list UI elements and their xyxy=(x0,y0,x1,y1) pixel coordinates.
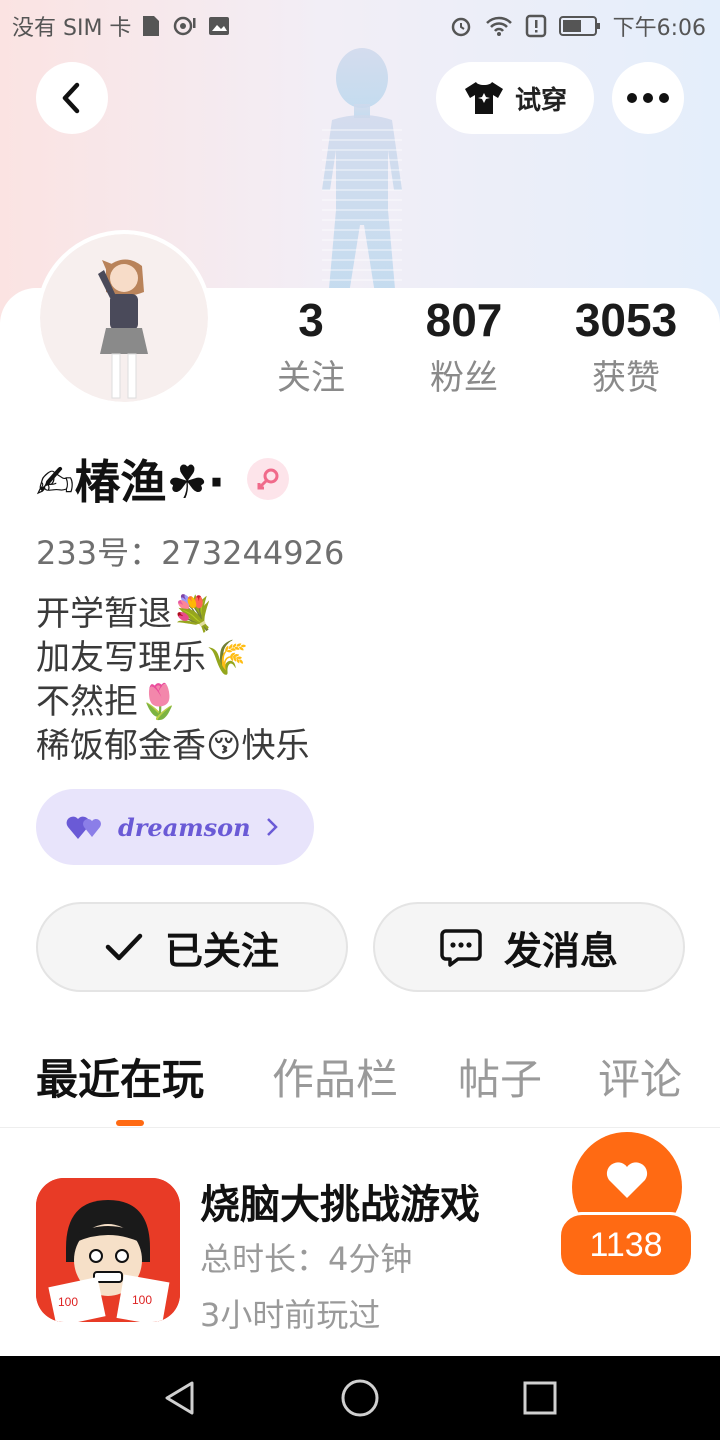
send-message-label: 发消息 xyxy=(503,928,618,973)
heart-icon xyxy=(606,1162,648,1198)
bio-line: 加友写理乐 🌾 xyxy=(36,638,249,678)
last-played-time: 3小时前玩过 xyxy=(200,1296,381,1334)
likes-received-count: 3053 xyxy=(574,294,678,346)
image-icon xyxy=(209,17,230,35)
send-message-button[interactable]: 发消息 xyxy=(373,902,685,992)
chevron-right-icon xyxy=(266,818,278,836)
game-cartoon-image: 100 100 xyxy=(36,1178,180,1322)
nav-recents-icon[interactable] xyxy=(522,1380,558,1416)
bio-line: 稀饭郁金香 😚 快乐 xyxy=(36,726,310,766)
check-icon xyxy=(105,933,143,961)
bio: 开学暂退 💐 加友写理乐 🌾 不然拒 🌷 稀饭郁金香 😚 快乐 xyxy=(36,592,309,768)
chevron-left-icon xyxy=(62,82,80,114)
back-button[interactable] xyxy=(36,62,108,134)
recent-game-item[interactable]: 100 100 烧脑大挑战游戏 总时长：4分钟 3小时前玩过 1138 xyxy=(0,1132,720,1350)
tab-posts[interactable]: 帖子 xyxy=(458,1046,542,1107)
try-on-label: 试穿 xyxy=(514,85,567,116)
battery-icon xyxy=(558,16,600,36)
play-duration: 总时长：4分钟 xyxy=(200,1240,413,1278)
name-row: ✍椿渔☘· xyxy=(36,446,290,512)
fan-badge-button[interactable]: dreamson xyxy=(36,789,314,865)
more-options-button[interactable] xyxy=(612,62,684,134)
likes-stat[interactable]: 3053 获赞 xyxy=(551,292,701,399)
like-count: 1138 xyxy=(558,1212,694,1278)
carrier-text: 没有 SIM 卡 xyxy=(12,16,132,41)
nav-home-icon[interactable] xyxy=(340,1378,380,1418)
followers-count: 807 xyxy=(425,294,503,346)
tab-works[interactable]: 作品栏 xyxy=(272,1046,398,1107)
wifi-icon xyxy=(485,16,512,36)
following-stat[interactable]: 3 关注 xyxy=(236,292,386,399)
try-on-button[interactable]: 试穿 xyxy=(436,62,594,134)
nickname: ✍椿渔☘· xyxy=(36,455,226,509)
followed-button[interactable]: 已关注 xyxy=(36,902,348,992)
followed-label: 已关注 xyxy=(164,928,279,973)
avatar[interactable] xyxy=(36,230,212,406)
tulip-emoji: 🌷 xyxy=(138,682,181,722)
alert-icon xyxy=(525,14,546,38)
active-tab-indicator xyxy=(116,1120,144,1126)
hotspot-icon xyxy=(174,16,196,36)
alarm-icon xyxy=(451,17,470,37)
game-icon[interactable]: 100 100 xyxy=(36,1178,180,1322)
clock-text: 下午6:06 xyxy=(612,16,706,41)
bio-line: 不然拒 🌷 xyxy=(36,682,181,722)
user-id: 233号：273244926 xyxy=(36,534,345,572)
shirt-icon xyxy=(464,82,503,114)
tab-recently-played[interactable]: 最近在玩 xyxy=(36,1046,204,1107)
nav-back-icon[interactable] xyxy=(162,1380,198,1416)
followers-stat[interactable]: 807 粉丝 xyxy=(389,292,539,399)
sim-card-icon xyxy=(143,16,160,36)
kiss-emoji: 😚 xyxy=(206,726,242,766)
avatar-character-image xyxy=(98,259,148,399)
avatar-figure-silhouette xyxy=(322,48,402,300)
hearts-icon xyxy=(66,816,101,839)
svg-text:100: 100 xyxy=(132,1293,152,1307)
game-title: 烧脑大挑战游戏 xyxy=(200,1182,480,1228)
following-label: 关注 xyxy=(277,358,345,398)
bio-line: 开学暂退 💐 xyxy=(36,594,215,634)
status-bar: 没有 SIM 卡 下午6:06 xyxy=(0,0,720,52)
followers-label: 粉丝 xyxy=(430,358,498,398)
chat-bubble-icon xyxy=(440,929,482,967)
female-icon xyxy=(247,458,290,500)
system-navigation-bar xyxy=(0,1356,720,1440)
bouquet-emoji: 💐 xyxy=(172,594,215,634)
likes-received-label: 获赞 xyxy=(592,358,660,398)
profile-tabs: 最近在玩 作品栏 帖子 评论 xyxy=(0,1046,720,1128)
more-dots-icon xyxy=(627,93,669,103)
badge-label: dreamson xyxy=(118,812,251,842)
rice-emoji: 🌾 xyxy=(206,638,249,678)
svg-text:100: 100 xyxy=(58,1295,78,1309)
following-count: 3 xyxy=(298,294,324,346)
tab-comments[interactable]: 评论 xyxy=(598,1046,682,1107)
